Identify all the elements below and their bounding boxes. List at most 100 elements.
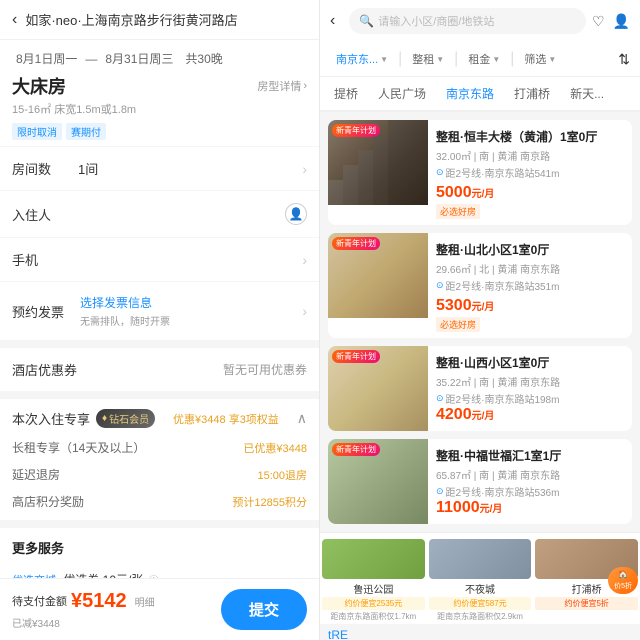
dates-row: 8月1日周一 — 8月31日周三 共30晚 xyxy=(12,50,307,67)
listing-img-1: 新青年计划 xyxy=(328,120,428,205)
loc-tab-newtian[interactable]: 新天... xyxy=(560,77,614,110)
diamond-icon: ♦ xyxy=(102,413,107,424)
amount-row: 待支付金额 ¥5142 明细 xyxy=(12,590,155,613)
hotel-name: 如家·neo·上海南京路步行街黄河路店 xyxy=(25,10,307,29)
checkout-date: 8月31日周三 xyxy=(105,50,173,67)
detail-link[interactable]: 明细 xyxy=(135,594,155,609)
listing-img-2: 新青年计划 xyxy=(328,233,428,318)
checkin-person-label: 入住人 xyxy=(12,205,62,224)
top-bar: ‹ 如家·neo·上海南京路步行街黄河路店 xyxy=(0,0,319,40)
map-name-buyecheng: 不夜城 xyxy=(427,579,534,596)
listing-title-1: 整租·恒丰大楼（黄浦）1室0厅 xyxy=(436,128,624,145)
listing-meta-3: 35.22㎡ | 南 | 黄浦 南京东路 xyxy=(436,374,624,389)
search-box[interactable]: 🔍 请输入小区/商圈/地铁站 xyxy=(349,8,586,34)
invoice-value: 选择发票信息 xyxy=(80,294,302,311)
tRE-label: tRE xyxy=(328,628,348,640)
listing-price-3: 4200元/月 xyxy=(436,406,494,423)
listing-title-4: 整租·中福世福汇1室1厅 xyxy=(436,447,624,464)
listing-list: 新青年计划 整租·恒丰大楼（黄浦）1室0厅 32.00㎡ | 南 | 黄浦 南京… xyxy=(320,112,640,532)
quality-badge-1: 必选好房 xyxy=(436,204,480,219)
map-dist-luxun: 距南京东路面积仅1.7km xyxy=(320,611,427,622)
price-sub: 已减¥3448 xyxy=(12,615,155,630)
coupon-value: 暂无可用优惠券 xyxy=(223,361,307,378)
price-value: ¥5142 xyxy=(71,590,127,612)
listing-price-4: 11000元/月 xyxy=(436,499,502,516)
floating-icon: 🏠 xyxy=(618,570,628,579)
filter-arrow-2: ▼ xyxy=(436,55,444,64)
map-img-buyecheng xyxy=(429,539,532,579)
bottom-map-bar: 鲁迅公园 约价便宜2535元 距南京东路面积仅1.7km 不夜城 约价便宜587… xyxy=(320,532,640,624)
user-circle-icon[interactable]: 👤 xyxy=(613,13,630,30)
map-tag-luxun: 约价便宜2535元 xyxy=(322,597,425,610)
listing-card-4[interactable]: 新青年计划 整租·中福世福汇1室1厅 65.87㎡ | 南 | 黄浦 南京东路 … xyxy=(328,439,632,524)
right-panel: ‹ 🔍 请输入小区/商圈/地铁站 ♡ 👤 南京东... ▼ | 整租 ▼ | 租… xyxy=(320,0,640,640)
membership-item-1: 长租专享（14天及以上） 已优惠¥3448 xyxy=(0,434,319,461)
phone-arrow: › xyxy=(302,252,307,268)
tre-label-container: tRE xyxy=(320,624,640,640)
heart-icon[interactable]: ♡ xyxy=(592,13,605,30)
filter-tab-district[interactable]: 南京东... ▼ xyxy=(330,48,394,70)
more-services-title: 更多服务 xyxy=(0,528,319,563)
listing-card-2[interactable]: 新青年计划 整租·山北小区1室0厅 29.66㎡ | 北 | 黄浦 南京东路 ⊙… xyxy=(328,233,632,338)
tags-row: 限时取消 赛期付 xyxy=(12,123,307,140)
right-icons: ♡ 👤 xyxy=(592,13,630,30)
tag-cancel: 限时取消 xyxy=(12,123,62,140)
phone-label: 手机 xyxy=(12,250,62,269)
search-placeholder: 请输入小区/商圈/地铁站 xyxy=(378,13,576,29)
metro-dot-1: ⊙ xyxy=(436,167,444,178)
quality-badge-2: 必选好房 xyxy=(436,317,480,332)
room-size: 15-16㎡ 床宽1.5m或1.8m xyxy=(12,101,307,117)
listing-meta-1: 32.00㎡ | 南 | 黄浦 南京路 xyxy=(436,148,624,163)
filter-tab-type[interactable]: 整租 ▼ xyxy=(406,48,450,70)
map-name-luxun: 鲁迅公园 xyxy=(320,579,427,596)
listing-title-3: 整租·山西小区1室0厅 xyxy=(436,354,624,371)
listing-price-1: 5000元/月 xyxy=(436,184,494,202)
right-top-bar: ‹ 🔍 请输入小区/商圈/地铁站 ♡ 👤 xyxy=(320,0,640,42)
room-count-value: 1间 xyxy=(78,159,302,178)
map-item-luxun[interactable]: 鲁迅公园 约价便宜2535元 距南京东路面积仅1.7km xyxy=(320,539,427,622)
submit-button[interactable]: 提交 xyxy=(221,589,307,630)
room-count-row[interactable]: 房间数 1间 › xyxy=(0,147,319,191)
filter-tab-price[interactable]: 租金 ▼ xyxy=(462,48,506,70)
listing-card-3[interactable]: 新青年计划 整租·山西小区1室0厅 35.22㎡ | 南 | 黄浦 南京东路 ⊙… xyxy=(328,346,632,431)
loc-tab-dapu[interactable]: 打浦桥 xyxy=(504,77,560,110)
listing-meta-4: 65.87㎡ | 南 | 黄浦 南京东路 xyxy=(436,467,624,482)
metro-dot-3: ⊙ xyxy=(436,393,444,404)
room-detail-link[interactable]: 房型详情 › xyxy=(257,78,307,94)
listing-title-2: 整租·山北小区1室0厅 xyxy=(436,241,624,258)
right-back-button[interactable]: ‹ xyxy=(330,12,335,30)
left-panel: ‹ 如家·neo·上海南京路步行街黄河路店 8月1日周一 — 8月31日周三 共… xyxy=(0,0,320,640)
total-info: 待支付金额 ¥5142 明细 已减¥3448 xyxy=(12,590,155,630)
listing-img-3: 新青年计划 xyxy=(328,346,428,431)
back-button[interactable]: ‹ xyxy=(12,11,17,29)
membership-title: 本次入住专享 xyxy=(12,409,90,428)
map-dist-buyecheng: 距南京东路面积仅2.9km xyxy=(427,611,534,622)
filter-tab-more[interactable]: 筛选 ▼ xyxy=(518,48,562,70)
membership-toggle[interactable]: ∧ xyxy=(297,410,307,427)
room-name: 大床房 xyxy=(12,73,66,99)
invoice-sub: 无需排队，随时开票 xyxy=(80,313,302,328)
invoice-row[interactable]: 预约发票 选择发票信息 无需排队，随时开票 › xyxy=(0,282,319,348)
room-type-row: 大床房 房型详情 › xyxy=(12,73,307,99)
coupon-section[interactable]: 酒店优惠券 暂无可用优惠券 xyxy=(0,348,319,399)
listing-info-1: 整租·恒丰大楼（黄浦）1室0厅 32.00㎡ | 南 | 黄浦 南京路 ⊙ 距2… xyxy=(428,120,632,225)
nights-count: 共30晚 xyxy=(185,50,222,67)
location-tabs: 提桥 人民广场 南京东路 打浦桥 新天... xyxy=(320,77,640,112)
checkin-person-row[interactable]: 入住人 👤 xyxy=(0,191,319,238)
sort-icon[interactable]: ⇅ xyxy=(618,51,630,68)
listing-info-4: 整租·中福世福汇1室1厅 65.87㎡ | 南 | 黄浦 南京东路 ⊙ 距2号线… xyxy=(428,439,632,524)
loc-tab-qiaobei[interactable]: 提桥 xyxy=(324,77,368,110)
map-item-buyecheng[interactable]: 不夜城 约价便宜587元 距南京东路面积仅2.9km xyxy=(427,539,534,622)
discount-label: 优惠¥3448 享3项权益 xyxy=(173,411,279,427)
listing-card-1[interactable]: 新青年计划 整租·恒丰大楼（黄浦）1室0厅 32.00㎡ | 南 | 黄浦 南京… xyxy=(328,120,632,225)
floating-expert-btn[interactable]: 🏠 价5折 xyxy=(608,567,638,594)
phone-row[interactable]: 手机 › xyxy=(0,238,319,282)
listing-metro-2: ⊙ 距2号线·南京东路站351m xyxy=(436,278,624,293)
loc-tab-nanjing-east[interactable]: 南京东路 xyxy=(436,77,504,112)
search-icon: 🔍 xyxy=(359,14,374,28)
loc-tab-peoples-square[interactable]: 人民广场 xyxy=(368,77,436,110)
filter-arrow-3: ▼ xyxy=(492,55,500,64)
listing-metro-4: ⊙ 距2号线·南京东路站536m xyxy=(436,484,624,499)
metro-dot-4: ⊙ xyxy=(436,486,444,497)
floating-label: 价5折 xyxy=(614,581,632,591)
